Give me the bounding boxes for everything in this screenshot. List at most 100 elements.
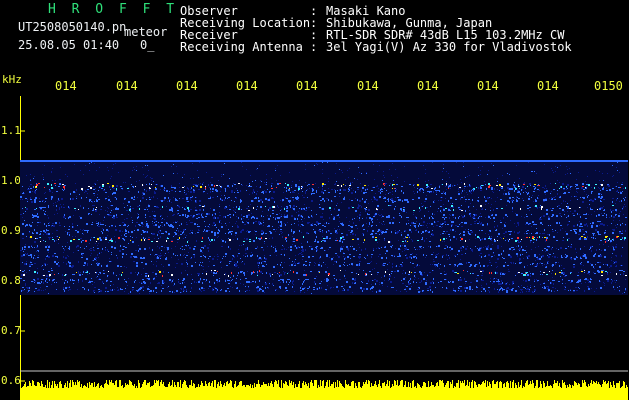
noise-pixel <box>433 218 434 219</box>
noise-pixel <box>536 200 537 201</box>
noise-pixel <box>249 185 250 186</box>
noise-pixel <box>391 287 393 288</box>
noise-pixel <box>131 231 133 233</box>
noise-pixel <box>398 240 399 241</box>
noise-pixel <box>483 265 485 267</box>
noise-pixel <box>525 288 526 289</box>
antenna-value: 3el Yagi(V) Az 330 for Vladivostok <box>326 40 572 54</box>
noise-pixel <box>253 240 255 242</box>
noise-pixel <box>518 241 519 243</box>
noise-pixel <box>147 273 148 274</box>
noise-pixel <box>618 215 620 217</box>
noise-pixel <box>414 272 416 273</box>
noise-pixel <box>322 213 323 214</box>
noise-pixel <box>544 237 546 238</box>
noise-pixel <box>59 237 60 238</box>
noise-pixel <box>517 272 518 274</box>
noise-pixel <box>346 246 348 248</box>
noise-pixel <box>285 198 286 199</box>
noise-pixel <box>26 236 27 237</box>
noise-pixel <box>379 239 380 240</box>
noise-pixel <box>446 287 447 289</box>
noise-pixel <box>64 226 65 227</box>
noise-pixel <box>278 207 279 208</box>
noise-pixel <box>396 290 397 291</box>
noise-pixel <box>329 238 331 239</box>
noise-pixel <box>242 221 243 222</box>
noise-pixel <box>128 191 129 192</box>
noise-pixel <box>128 187 129 188</box>
noise-pixel <box>33 178 34 179</box>
noise-pixel <box>260 186 261 188</box>
noise-pixel <box>349 189 350 191</box>
noise-pixel <box>243 284 244 285</box>
noise-pixel <box>402 245 403 246</box>
noise-pixel <box>369 271 371 272</box>
noise-pixel <box>595 235 596 236</box>
noise-pixel <box>148 288 149 290</box>
noise-pixel <box>325 238 326 239</box>
noise-pixel <box>98 226 100 227</box>
noise-pixel <box>452 203 453 204</box>
noise-pixel <box>460 247 462 249</box>
noise-pixel <box>143 290 144 291</box>
noise-pixel <box>416 282 417 283</box>
noise-pixel <box>161 290 162 292</box>
noise-pixel <box>134 169 135 170</box>
noise-pixel <box>413 222 414 224</box>
noise-pixel <box>588 286 589 288</box>
noise-pixel <box>370 288 371 290</box>
noise-pixel <box>327 267 328 268</box>
noise-pixel <box>503 250 504 252</box>
noise-pixel <box>544 164 545 165</box>
noise-pixel <box>214 282 215 284</box>
noise-pixel <box>83 229 84 230</box>
noise-pixel <box>591 187 592 188</box>
noise-pixel <box>273 285 274 286</box>
noise-pixel <box>575 287 577 288</box>
noise-pixel <box>616 191 618 192</box>
noise-pixel <box>256 288 258 289</box>
noise-pixel <box>73 274 75 275</box>
noise-pixel <box>378 229 380 231</box>
noise-pixel <box>26 224 28 226</box>
noise-pixel <box>502 289 503 291</box>
meteor-label: meteor <box>124 25 168 39</box>
noise-pixel <box>398 248 400 250</box>
noise-pixel <box>617 224 618 225</box>
noise-pixel <box>68 206 69 208</box>
noise-pixel <box>506 288 507 290</box>
noise-pixel <box>530 241 531 243</box>
noise-pixel <box>324 190 326 191</box>
noise-pixel <box>377 171 378 172</box>
noise-pixel <box>258 221 260 223</box>
noise-pixel <box>26 254 28 255</box>
noise-pixel <box>370 262 371 263</box>
noise-pixel <box>394 271 396 272</box>
noise-pixel <box>603 264 604 265</box>
noise-pixel <box>384 224 385 225</box>
noise-pixel <box>580 216 581 218</box>
noise-pixel <box>357 207 359 209</box>
noise-pixel <box>116 275 117 276</box>
noise-pixel <box>117 217 118 218</box>
noise-pixel <box>245 256 246 257</box>
noise-pixel <box>488 215 489 216</box>
noise-pixel <box>30 261 31 262</box>
noise-pixel <box>186 246 187 247</box>
noise-pixel <box>433 252 434 253</box>
noise-pixel <box>91 224 93 225</box>
noise-pixel <box>118 238 120 239</box>
noise-pixel <box>67 255 68 256</box>
noise-pixel <box>164 219 165 220</box>
noise-pixel <box>516 199 517 200</box>
noise-pixel <box>305 164 306 165</box>
noise-pixel <box>36 232 38 234</box>
noise-pixel <box>422 188 423 190</box>
noise-pixel <box>614 289 615 290</box>
noise-pixel <box>151 184 152 185</box>
noise-pixel <box>507 287 509 289</box>
noise-pixel <box>137 290 139 291</box>
noise-pixel <box>254 198 255 199</box>
noise-pixel <box>55 222 57 224</box>
